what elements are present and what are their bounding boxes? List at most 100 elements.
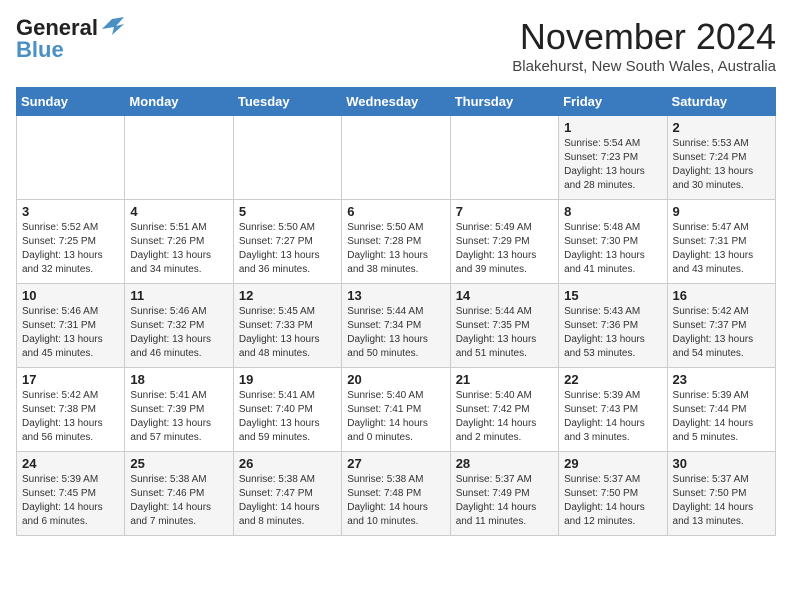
day-number: 29 <box>564 456 661 471</box>
day-number: 28 <box>456 456 553 471</box>
calendar-header-row: SundayMondayTuesdayWednesdayThursdayFrid… <box>17 88 776 116</box>
calendar-cell <box>450 116 558 200</box>
day-number: 8 <box>564 204 661 219</box>
day-number: 9 <box>673 204 770 219</box>
day-number: 12 <box>239 288 336 303</box>
day-number: 26 <box>239 456 336 471</box>
day-info: Sunrise: 5:39 AM Sunset: 7:43 PM Dayligh… <box>564 389 661 445</box>
col-header-monday: Monday <box>125 88 233 116</box>
col-header-sunday: Sunday <box>17 88 125 116</box>
day-info: Sunrise: 5:45 AM Sunset: 7:33 PM Dayligh… <box>239 305 336 361</box>
day-info: Sunrise: 5:42 AM Sunset: 7:38 PM Dayligh… <box>22 389 119 445</box>
day-number: 23 <box>673 372 770 387</box>
calendar-week-row: 24 Sunrise: 5:39 AM Sunset: 7:45 PM Dayli… <box>17 452 776 536</box>
day-number: 18 <box>130 372 227 387</box>
day-info: Sunrise: 5:43 AM Sunset: 7:36 PM Dayligh… <box>564 305 661 361</box>
calendar-cell: 11Sunrise: 5:46 AM Sunset: 7:32 PM Dayli… <box>125 284 233 368</box>
title-area: November 2024 Blakehurst, New South Wale… <box>512 16 776 75</box>
calendar-cell: 30 Sunrise: 5:37 AM Sunset: 7:50 PM Dayli… <box>667 452 775 536</box>
day-info: Sunrise: 5:44 AM Sunset: 7:34 PM Dayligh… <box>347 305 444 361</box>
calendar-cell: 17 Sunrise: 5:42 AM Sunset: 7:38 PM Dayli… <box>17 368 125 452</box>
calendar-cell: 2 Sunrise: 5:53 AM Sunset: 7:24 PM Daylig… <box>667 116 775 200</box>
day-info: Sunrise: 5:44 AM Sunset: 7:35 PM Dayligh… <box>456 305 553 361</box>
calendar-cell <box>233 116 341 200</box>
day-info: Sunrise: 5:51 AM Sunset: 7:26 PM Dayligh… <box>130 221 227 277</box>
day-number: 2 <box>673 120 770 135</box>
day-info: Sunrise: 5:49 AM Sunset: 7:29 PM Dayligh… <box>456 221 553 277</box>
day-info: Sunrise: 5:41 AM Sunset: 7:40 PM Dayligh… <box>239 389 336 445</box>
calendar-cell: 24 Sunrise: 5:39 AM Sunset: 7:45 PM Dayli… <box>17 452 125 536</box>
day-number: 30 <box>673 456 770 471</box>
header: General Blue November 2024 Blakehurst, N… <box>16 16 776 75</box>
calendar-cell: 22 Sunrise: 5:39 AM Sunset: 7:43 PM Dayli… <box>559 368 667 452</box>
logo-bird-icon <box>102 17 124 35</box>
day-number: 21 <box>456 372 553 387</box>
day-number: 11 <box>130 288 227 303</box>
calendar-cell: 25 Sunrise: 5:38 AM Sunset: 7:46 PM Dayli… <box>125 452 233 536</box>
col-header-saturday: Saturday <box>667 88 775 116</box>
calendar-cell: 20 Sunrise: 5:40 AM Sunset: 7:41 PM Dayli… <box>342 368 450 452</box>
day-number: 25 <box>130 456 227 471</box>
day-number: 10 <box>22 288 119 303</box>
day-info: Sunrise: 5:48 AM Sunset: 7:30 PM Dayligh… <box>564 221 661 277</box>
calendar-cell: 10 Sunrise: 5:46 AM Sunset: 7:31 PM Dayli… <box>17 284 125 368</box>
col-header-tuesday: Tuesday <box>233 88 341 116</box>
day-info: Sunrise: 5:40 AM Sunset: 7:41 PM Dayligh… <box>347 389 444 445</box>
col-header-thursday: Thursday <box>450 88 558 116</box>
calendar-cell: 8 Sunrise: 5:48 AM Sunset: 7:30 PM Daylig… <box>559 200 667 284</box>
col-header-friday: Friday <box>559 88 667 116</box>
calendar-week-row: 10 Sunrise: 5:46 AM Sunset: 7:31 PM Dayli… <box>17 284 776 368</box>
calendar-cell: 12 Sunrise: 5:45 AM Sunset: 7:33 PM Dayli… <box>233 284 341 368</box>
day-info: Sunrise: 5:47 AM Sunset: 7:31 PM Dayligh… <box>673 221 770 277</box>
day-number: 27 <box>347 456 444 471</box>
day-number: 5 <box>239 204 336 219</box>
logo-blue-text: Blue <box>16 38 64 62</box>
day-info: Sunrise: 5:37 AM Sunset: 7:50 PM Dayligh… <box>564 473 661 529</box>
calendar-cell: 16Sunrise: 5:42 AM Sunset: 7:37 PM Dayli… <box>667 284 775 368</box>
day-number: 24 <box>22 456 119 471</box>
month-title: November 2024 <box>512 16 776 58</box>
day-number: 15 <box>564 288 661 303</box>
calendar-week-row: 1Sunrise: 5:54 AM Sunset: 7:23 PM Daylig… <box>17 116 776 200</box>
logo: General Blue <box>16 16 124 62</box>
day-number: 1 <box>564 120 661 135</box>
calendar-week-row: 3 Sunrise: 5:52 AM Sunset: 7:25 PM Daylig… <box>17 200 776 284</box>
day-info: Sunrise: 5:46 AM Sunset: 7:31 PM Dayligh… <box>22 305 119 361</box>
day-info: Sunrise: 5:37 AM Sunset: 7:50 PM Dayligh… <box>673 473 770 529</box>
calendar-cell: 15 Sunrise: 5:43 AM Sunset: 7:36 PM Dayli… <box>559 284 667 368</box>
calendar-cell: 28 Sunrise: 5:37 AM Sunset: 7:49 PM Dayli… <box>450 452 558 536</box>
day-info: Sunrise: 5:53 AM Sunset: 7:24 PM Dayligh… <box>673 137 770 193</box>
calendar-cell: 1Sunrise: 5:54 AM Sunset: 7:23 PM Daylig… <box>559 116 667 200</box>
day-number: 17 <box>22 372 119 387</box>
day-info: Sunrise: 5:52 AM Sunset: 7:25 PM Dayligh… <box>22 221 119 277</box>
day-number: 22 <box>564 372 661 387</box>
calendar-cell: 4 Sunrise: 5:51 AM Sunset: 7:26 PM Daylig… <box>125 200 233 284</box>
location-subtitle: Blakehurst, New South Wales, Australia <box>512 58 776 75</box>
day-number: 14 <box>456 288 553 303</box>
day-number: 3 <box>22 204 119 219</box>
calendar-body: 1Sunrise: 5:54 AM Sunset: 7:23 PM Daylig… <box>17 116 776 536</box>
day-number: 4 <box>130 204 227 219</box>
calendar-cell <box>125 116 233 200</box>
calendar-cell: 7Sunrise: 5:49 AM Sunset: 7:29 PM Daylig… <box>450 200 558 284</box>
calendar-cell: 21Sunrise: 5:40 AM Sunset: 7:42 PM Dayli… <box>450 368 558 452</box>
calendar-cell: 23 Sunrise: 5:39 AM Sunset: 7:44 PM Dayli… <box>667 368 775 452</box>
calendar-cell: 9 Sunrise: 5:47 AM Sunset: 7:31 PM Daylig… <box>667 200 775 284</box>
calendar-cell: 3 Sunrise: 5:52 AM Sunset: 7:25 PM Daylig… <box>17 200 125 284</box>
calendar-cell: 18Sunrise: 5:41 AM Sunset: 7:39 PM Dayli… <box>125 368 233 452</box>
day-number: 16 <box>673 288 770 303</box>
calendar-cell: 6Sunrise: 5:50 AM Sunset: 7:28 PM Daylig… <box>342 200 450 284</box>
calendar-week-row: 17 Sunrise: 5:42 AM Sunset: 7:38 PM Dayli… <box>17 368 776 452</box>
day-info: Sunrise: 5:37 AM Sunset: 7:49 PM Dayligh… <box>456 473 553 529</box>
day-info: Sunrise: 5:39 AM Sunset: 7:44 PM Dayligh… <box>673 389 770 445</box>
calendar-cell: 27 Sunrise: 5:38 AM Sunset: 7:48 PM Dayli… <box>342 452 450 536</box>
day-number: 20 <box>347 372 444 387</box>
day-info: Sunrise: 5:39 AM Sunset: 7:45 PM Dayligh… <box>22 473 119 529</box>
calendar-cell: 13Sunrise: 5:44 AM Sunset: 7:34 PM Dayli… <box>342 284 450 368</box>
calendar-cell: 19Sunrise: 5:41 AM Sunset: 7:40 PM Dayli… <box>233 368 341 452</box>
calendar-cell: 29 Sunrise: 5:37 AM Sunset: 7:50 PM Dayli… <box>559 452 667 536</box>
calendar-cell: 26Sunrise: 5:38 AM Sunset: 7:47 PM Dayli… <box>233 452 341 536</box>
day-info: Sunrise: 5:38 AM Sunset: 7:48 PM Dayligh… <box>347 473 444 529</box>
day-info: Sunrise: 5:38 AM Sunset: 7:46 PM Dayligh… <box>130 473 227 529</box>
calendar-table: SundayMondayTuesdayWednesdayThursdayFrid… <box>16 87 776 536</box>
